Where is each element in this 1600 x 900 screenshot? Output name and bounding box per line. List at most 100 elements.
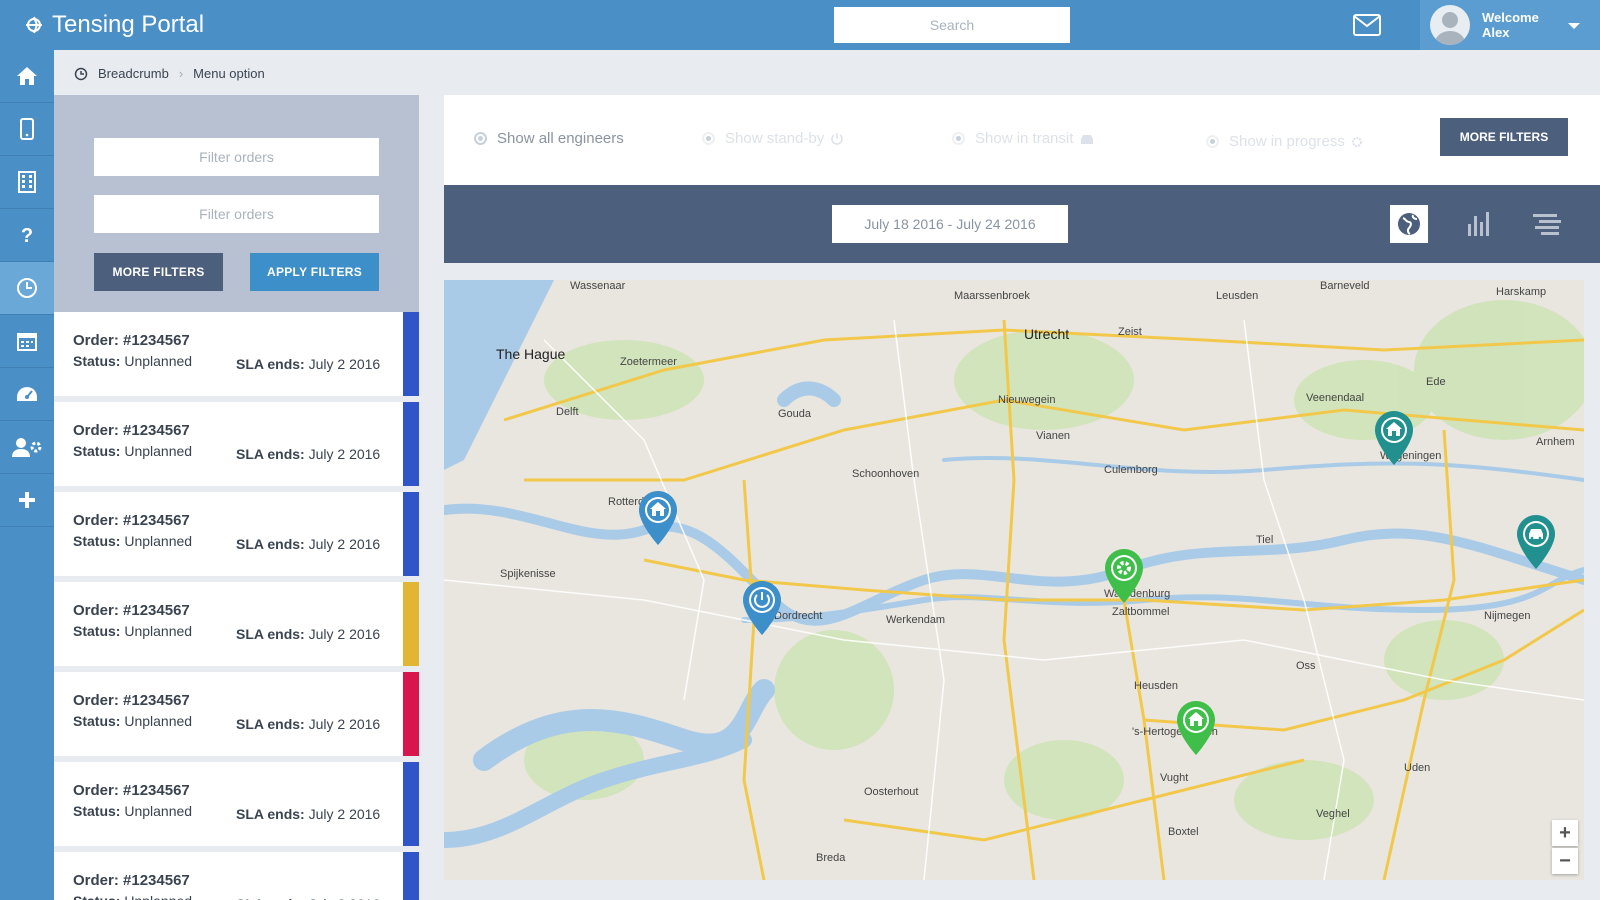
map-pin[interactable] [1516, 514, 1556, 570]
priority-bar [403, 582, 419, 666]
map-label: Spijkenisse [500, 568, 556, 580]
search-input[interactable] [834, 7, 1070, 43]
map-label: Vught [1160, 772, 1189, 784]
map-label: Nijmegen [1484, 610, 1531, 622]
radio-icon [702, 132, 715, 145]
sla-label: SLA ends: [236, 626, 305, 642]
order-card[interactable]: Order: #1234567Status: Unplanned SLA ends… [54, 672, 419, 756]
globe-icon [1398, 213, 1420, 235]
sidebar-item-calendar[interactable] [0, 315, 54, 368]
brand[interactable]: Tensing Portal [0, 11, 820, 39]
home-icon [17, 67, 37, 85]
app-title: Tensing Portal [52, 11, 205, 38]
apply-filters-button[interactable]: APPLY FILTERS [250, 253, 379, 291]
sidebar-item-add[interactable] [0, 474, 54, 527]
date-range-input[interactable] [832, 205, 1068, 243]
map-label: The Hague [496, 346, 566, 362]
sidebar-item-mobile[interactable] [0, 103, 54, 156]
zoom-in-button[interactable]: + [1552, 820, 1578, 846]
order-label: Order: [73, 602, 119, 619]
radio-label: Show in transit [975, 130, 1074, 147]
sla-label: SLA ends: [236, 446, 305, 462]
order-card[interactable]: Order: #1234567Status: Unplanned SLA ends… [54, 312, 419, 396]
map-view-button[interactable] [1390, 205, 1428, 243]
map-pin[interactable] [1374, 410, 1414, 466]
sla-date: July 2 2016 [308, 446, 381, 462]
map-label: Delft [556, 406, 579, 418]
dashboard-icon [17, 387, 37, 401]
avatar [1430, 5, 1470, 45]
orders-list: Order: #1234567 Status: Unplanned SLA ends… [54, 312, 419, 900]
map-pin[interactable] [638, 490, 678, 546]
order-card[interactable]: Order: #1234567Status: Unplanned SLA ends… [54, 582, 419, 666]
map-label: Utrecht [1024, 326, 1070, 342]
priority-bar [403, 492, 419, 576]
map-label: Boxtel [1168, 826, 1199, 838]
map-label: Barneveld [1320, 280, 1370, 292]
map-label: Wassenaar [570, 280, 626, 292]
map-label: Maarssenbroek [954, 290, 1030, 302]
map-label: Arnhem [1536, 436, 1575, 448]
zoom-out-button[interactable]: − [1552, 848, 1578, 874]
sidebar-item-dashboard[interactable] [0, 368, 54, 421]
sidebar-item-home[interactable] [0, 50, 54, 103]
list-view-button[interactable] [1528, 205, 1566, 243]
order-number: #1234567 [123, 872, 190, 889]
sidebar-item-building[interactable] [0, 156, 54, 209]
power-icon [831, 132, 843, 145]
status-label: Status: [73, 353, 121, 369]
radio-transit[interactable]: Show in transit [952, 130, 1095, 147]
radio-show-all[interactable]: Show all engineers [474, 130, 624, 147]
breadcrumb-item[interactable]: Breadcrumb [98, 66, 169, 81]
mail-icon[interactable] [1352, 11, 1382, 39]
breadcrumb-separator: › [178, 66, 184, 81]
radio-icon [474, 132, 487, 145]
logo-icon [24, 15, 44, 35]
chart-view-button[interactable] [1460, 205, 1498, 243]
sidebar-item-users[interactable] [0, 421, 54, 474]
radio-label: Show stand-by [725, 130, 825, 147]
more-filters-button[interactable]: MORE FILTERS [94, 253, 223, 291]
map-label: Uden [1404, 762, 1431, 774]
sidebar-item-history[interactable] [0, 262, 54, 315]
map-label: Werkendam [886, 614, 946, 626]
sla-label: SLA ends: [236, 896, 305, 900]
map-label: Oosterhout [864, 786, 919, 798]
map-label: Oss [1296, 660, 1316, 672]
priority-bar [403, 402, 419, 486]
order-card[interactable]: Order: #1234567Status: Unplanned SLA ends… [54, 762, 419, 846]
order-card[interactable]: Order: #1234567Status: Unplanned SLA ends… [54, 852, 419, 900]
status-label: Status: [73, 803, 121, 819]
map-pin[interactable] [1176, 700, 1216, 756]
engineer-filter-bar: Show all engineers Show stand-by Show in… [444, 95, 1600, 185]
radio-progress[interactable]: Show in progress [1206, 133, 1363, 150]
question-icon: ? [21, 225, 33, 245]
breadcrumb-item[interactable]: Menu option [193, 66, 265, 81]
order-card[interactable]: Order: #1234567Status: Unplanned SLA ends… [54, 402, 419, 486]
car-icon [1081, 134, 1094, 144]
map-label: Vianen [1036, 430, 1071, 442]
map-canvas [444, 280, 1584, 880]
chevron-down-icon[interactable] [1568, 23, 1580, 29]
map[interactable]: The Hague Zoetermeer Utrecht Delft Gouda… [444, 280, 1584, 880]
user-menu[interactable]: Welcome Alex [1420, 0, 1600, 50]
map-label: Zoetermeer [620, 356, 677, 368]
order-number: #1234567 [123, 692, 190, 709]
filter-orders-input[interactable] [94, 138, 379, 176]
map-pin[interactable] [742, 580, 782, 636]
order-number: #1234567 [123, 332, 190, 349]
sla-label: SLA ends: [236, 356, 305, 372]
map-pin[interactable] [1104, 548, 1144, 604]
order-label: Order: [73, 422, 119, 439]
order-label: Order: [73, 872, 119, 889]
status-label: Status: [73, 533, 121, 549]
filter-orders-input[interactable] [94, 195, 379, 233]
order-number: #1234567 [123, 512, 190, 529]
sla-date: July 2 2016 [309, 896, 381, 900]
sla-label: SLA ends: [236, 716, 305, 732]
more-filters-button[interactable]: MORE FILTERS [1440, 118, 1568, 156]
car-icon [1529, 529, 1543, 540]
sidebar-item-help[interactable]: ? [0, 209, 54, 262]
radio-standby[interactable]: Show stand-by [702, 130, 844, 147]
order-card[interactable]: Order: #1234567Status: Unplanned SLA ends… [54, 492, 419, 576]
